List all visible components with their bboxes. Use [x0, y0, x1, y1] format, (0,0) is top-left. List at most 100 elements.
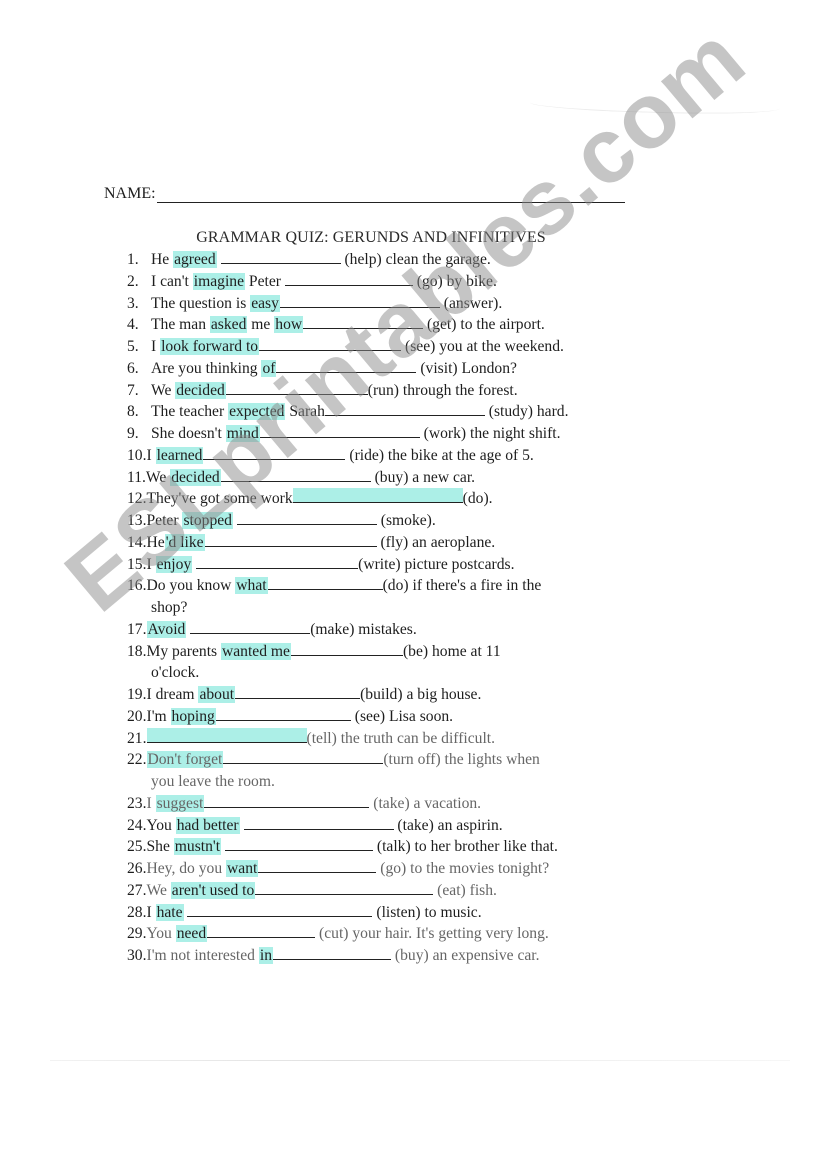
answer-blank[interactable]	[273, 945, 392, 960]
answer-blank[interactable]	[146, 727, 307, 743]
scan-artifact-bottom	[50, 1060, 790, 1061]
item-text: (go) by bike.	[412, 272, 497, 290]
name-blank-line[interactable]	[156, 184, 625, 203]
answer-blank[interactable]	[236, 510, 377, 525]
quiz-item: 27.We aren't used to (eat) fish.	[127, 880, 667, 902]
item-number: 27.	[127, 881, 147, 899]
item-number: 29.	[127, 925, 147, 943]
highlighted-keyword: suggest	[155, 794, 205, 812]
answer-blank[interactable]	[290, 641, 403, 656]
answer-blank[interactable]	[279, 293, 440, 308]
item-text: (answer).	[439, 294, 503, 312]
quiz-title: GRAMMAR QUIZ: GERUNDS AND INFINITIVES	[196, 229, 546, 246]
name-label: NAME:	[104, 185, 156, 202]
item-text: He	[146, 533, 165, 551]
answer-blank[interactable]	[284, 271, 413, 286]
answer-blank[interactable]	[204, 532, 377, 547]
item-text: I	[146, 555, 156, 573]
quiz-item: 6. Are you thinking of (visit) London?	[127, 358, 667, 380]
answer-blank[interactable]	[258, 858, 377, 873]
answer-blank[interactable]	[224, 836, 373, 852]
item-number: 8.	[127, 403, 139, 421]
item-text: (help) clean the garage.	[340, 251, 491, 268]
quiz-item: 14.He'd like (fly) an aeroplane.	[127, 532, 667, 554]
highlighted-keyword: aren't used to	[170, 881, 256, 899]
answer-blank[interactable]	[259, 336, 402, 351]
answer-blank[interactable]	[220, 467, 371, 482]
item-text: They've got some work	[146, 490, 293, 508]
highlighted-keyword: had better	[175, 816, 240, 834]
quiz-item: 28.I hate (listen) to music.	[127, 902, 667, 924]
quiz-item: 16.Do you know what (do) if there's a fir…	[127, 575, 667, 619]
item-number: 21.	[127, 729, 147, 747]
item-text: Are you thinking	[151, 359, 262, 377]
item-text: (take) an aspirin.	[393, 816, 503, 834]
highlighted-keyword: imagine	[192, 272, 246, 290]
item-text: (ride) the bike at the age of 5.	[345, 446, 534, 464]
highlighted-keyword: mind	[225, 425, 260, 442]
answer-blank[interactable]	[215, 706, 351, 721]
highlighted-keyword: look forward to	[160, 338, 260, 355]
item-number: 26.	[127, 860, 147, 877]
quiz-item: 24.You had better (take) an aspirin.	[127, 815, 667, 837]
answer-blank[interactable]	[303, 314, 424, 330]
item-text: (run) through the forest.	[367, 381, 518, 399]
answer-blank[interactable]	[259, 423, 420, 438]
answer-blank[interactable]	[243, 815, 394, 830]
quiz-item: 19.I dream about (build) a big house.	[127, 684, 667, 706]
answer-blank[interactable]	[207, 923, 316, 939]
answer-blank[interactable]	[187, 902, 373, 917]
highlighted-keyword: hoping	[170, 707, 216, 725]
item-text: (see) Lisa soon.	[350, 707, 454, 725]
item-number: 15.	[127, 555, 147, 573]
answer-blank[interactable]	[324, 401, 485, 417]
item-number: 3.	[127, 294, 139, 312]
quiz-item: 25.She mustn't (talk) to her brother lik…	[127, 836, 667, 858]
name-field: NAME:	[104, 184, 625, 203]
answer-blank[interactable]	[223, 749, 384, 765]
quiz-item: 5. I look forward to (see) you at the wee…	[127, 336, 667, 358]
item-text: (talk) to her brother like that.	[372, 838, 558, 856]
highlighted-keyword: decided	[175, 381, 226, 399]
item-text: I	[146, 903, 156, 921]
highlighted-keyword: about	[198, 686, 236, 703]
answer-blank[interactable]	[255, 880, 434, 895]
item-text: (make) mistakes.	[310, 620, 417, 638]
item-number: 17.	[127, 620, 147, 638]
quiz-item: 18.My parents wanted me (be) home at 11 o'…	[127, 641, 667, 685]
quiz-item: 4. The man asked me how (get) to the airp…	[127, 314, 667, 336]
answer-blank[interactable]	[235, 684, 361, 699]
quiz-item: 9. She doesn't mind (work) the night shif…	[127, 423, 667, 445]
answer-blank[interactable]	[203, 445, 346, 460]
item-text: (do) if there's a fire in the	[382, 577, 542, 595]
quiz-item: 30.I'm not interested in (buy) an expens…	[127, 945, 667, 967]
item-text: (study) hard.	[484, 403, 569, 421]
highlighted-keyword: how	[274, 316, 304, 334]
highlighted-keyword: hate	[155, 903, 184, 921]
answer-blank[interactable]	[196, 554, 359, 569]
item-number: 11.	[127, 468, 146, 486]
item-text: I	[146, 794, 156, 812]
item-text: I	[151, 338, 161, 355]
item-text: (eat) fish.	[433, 881, 497, 899]
answer-blank[interactable]	[292, 488, 463, 504]
item-number: 2.	[127, 272, 139, 290]
item-text: (smoke).	[376, 512, 436, 529]
answer-blank[interactable]	[276, 358, 417, 373]
item-text: I	[146, 446, 156, 464]
answer-blank[interactable]	[267, 575, 383, 591]
highlighted-keyword: asked	[209, 316, 248, 334]
item-text: We	[145, 468, 171, 486]
answer-blank[interactable]	[190, 619, 311, 634]
highlighted-keyword: agreed	[173, 251, 217, 268]
answer-blank[interactable]	[225, 380, 368, 395]
highlighted-keyword: of	[261, 359, 277, 377]
quiz-item-list: 1. He agreed (help) clean the garage. 2. I …	[127, 249, 667, 967]
quiz-item: 12.They've got some work (do).	[127, 488, 667, 510]
answer-blank[interactable]	[220, 249, 341, 264]
highlighted-keyword: need	[175, 925, 208, 943]
answer-blank[interactable]	[204, 793, 370, 808]
item-text: (work) the night shift.	[419, 425, 561, 442]
quiz-item: 17.Avoid (make) mistakes.	[127, 619, 667, 641]
item-number: 4.	[127, 316, 139, 334]
